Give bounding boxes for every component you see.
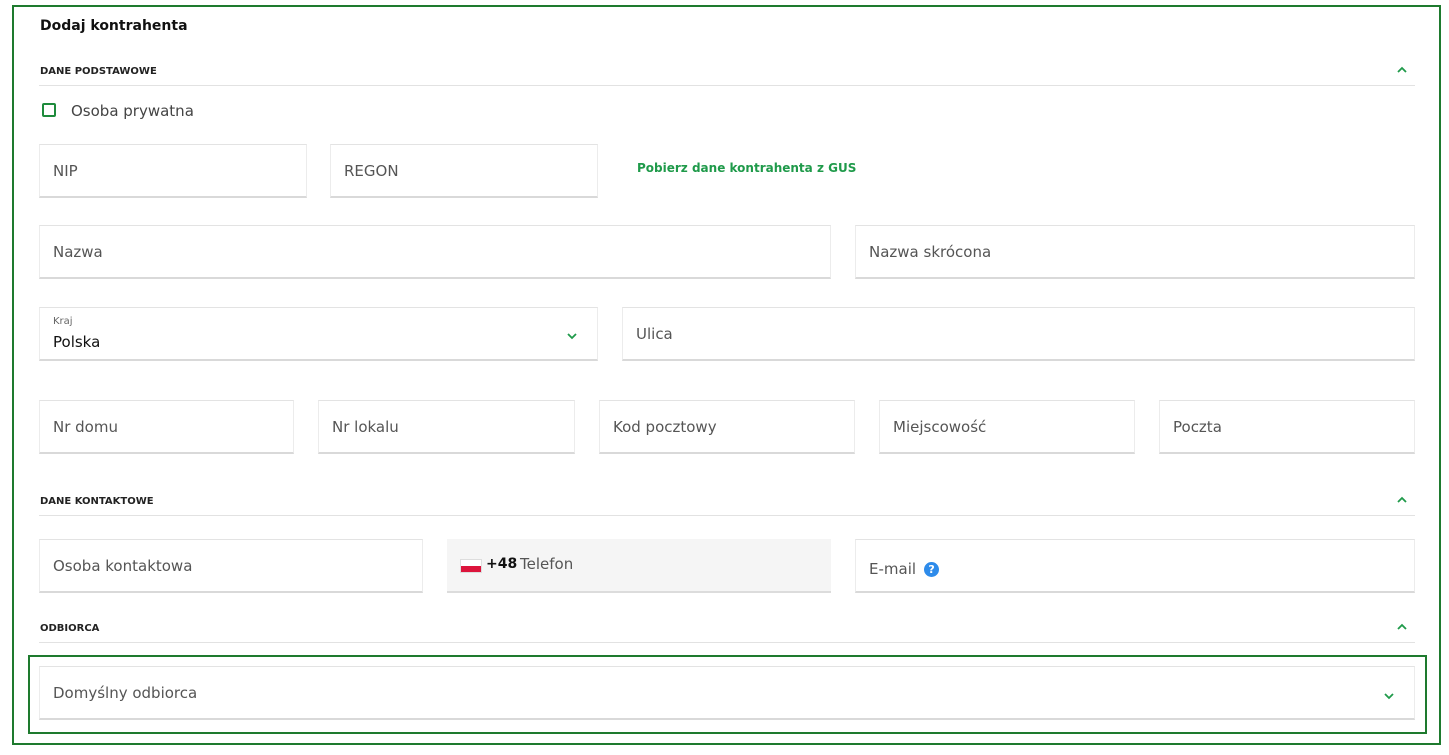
- name-field[interactable]: Nazwa: [39, 225, 831, 279]
- apartment-no-field[interactable]: Nr lokalu: [318, 400, 575, 454]
- section-basic-label: DANE PODSTAWOWE: [40, 66, 157, 77]
- poland-flag-icon[interactable]: [460, 559, 482, 573]
- post-field[interactable]: Poczta: [1159, 400, 1415, 454]
- postal-code-field[interactable]: Kod pocztowy: [599, 400, 855, 454]
- section-basic-header[interactable]: DANE PODSTAWOWE: [39, 63, 1415, 86]
- page-title: Dodaj kontrahenta: [40, 18, 188, 34]
- section-contact-label: DANE KONTAKTOWE: [40, 496, 154, 507]
- house-no-field[interactable]: Nr domu: [39, 400, 294, 454]
- default-recipient-placeholder: Domyślny odbiorca: [53, 683, 198, 702]
- section-recipient-header[interactable]: ODBIORCA: [39, 620, 1415, 643]
- chevron-up-icon[interactable]: [1395, 620, 1409, 634]
- phone-field[interactable]: +48 Telefon: [447, 539, 831, 593]
- chevron-up-icon[interactable]: [1395, 63, 1409, 77]
- phone-placeholder: Telefon: [520, 555, 574, 573]
- short-name-field[interactable]: Nazwa skrócona: [855, 225, 1415, 279]
- street-field[interactable]: Ulica: [622, 307, 1415, 361]
- postal-code-placeholder: Kod pocztowy: [613, 417, 717, 436]
- name-placeholder: Nazwa: [53, 242, 103, 261]
- city-placeholder: Miejscowość: [893, 417, 987, 436]
- chevron-down-icon[interactable]: [565, 328, 579, 342]
- question-icon[interactable]: ?: [924, 561, 940, 577]
- post-placeholder: Poczta: [1173, 417, 1222, 436]
- house-no-placeholder: Nr domu: [53, 417, 118, 436]
- regon-field[interactable]: REGON: [330, 144, 598, 198]
- nip-placeholder: NIP: [53, 161, 78, 180]
- apartment-no-placeholder: Nr lokalu: [332, 417, 399, 436]
- default-recipient-select[interactable]: Domyślny odbiorca: [39, 666, 1415, 720]
- city-field[interactable]: Miejscowość: [879, 400, 1135, 454]
- chevron-up-icon[interactable]: [1395, 493, 1409, 507]
- chevron-down-icon[interactable]: [1382, 688, 1396, 702]
- section-contact-header[interactable]: DANE KONTAKTOWE: [39, 493, 1415, 516]
- email-field[interactable]: E-mail ?: [855, 539, 1415, 593]
- nip-field[interactable]: NIP: [39, 144, 307, 198]
- country-label: Kraj: [53, 316, 73, 327]
- section-recipient-label: ODBIORCA: [40, 623, 100, 634]
- gus-fetch-link[interactable]: Pobierz dane kontrahenta z GUS: [637, 161, 856, 175]
- contact-person-field[interactable]: Osoba kontaktowa: [39, 539, 423, 593]
- private-person-label: Osoba prywatna: [71, 102, 194, 120]
- contact-person-placeholder: Osoba kontaktowa: [53, 556, 193, 575]
- street-placeholder: Ulica: [636, 324, 673, 343]
- country-select[interactable]: Kraj Polska: [39, 307, 598, 361]
- private-person-checkbox[interactable]: [42, 103, 56, 117]
- country-value: Polska: [53, 333, 101, 351]
- email-placeholder: E-mail: [869, 560, 917, 578]
- short-name-placeholder: Nazwa skrócona: [869, 242, 992, 261]
- regon-placeholder: REGON: [344, 161, 399, 180]
- phone-prefix[interactable]: +48: [486, 556, 517, 572]
- email-label-row: E-mail ?: [869, 560, 940, 578]
